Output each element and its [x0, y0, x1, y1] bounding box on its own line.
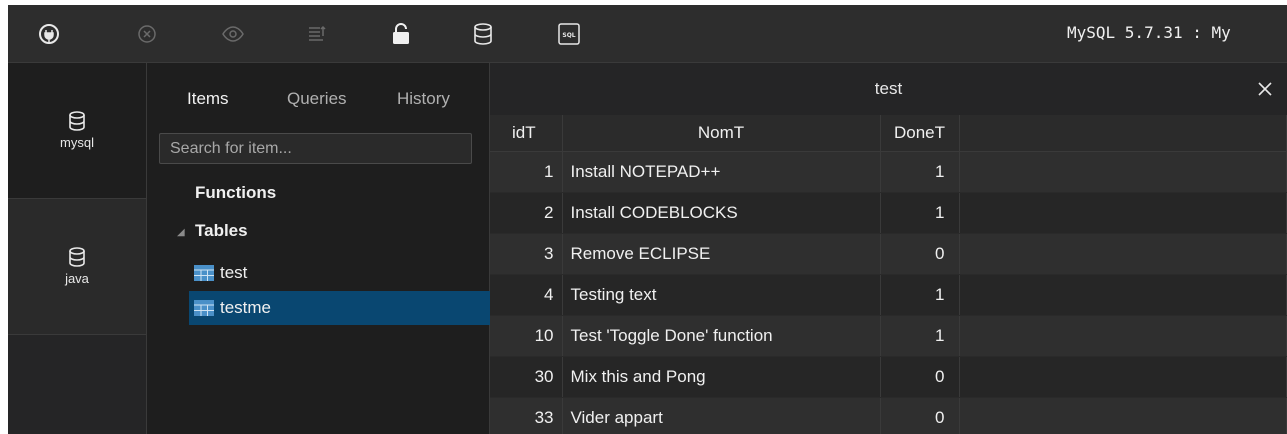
database-icon	[69, 111, 85, 131]
cell-DoneT[interactable]: 1	[880, 192, 960, 234]
cell-filler	[959, 233, 1287, 275]
database-item-java[interactable]: java	[8, 199, 146, 335]
plug-icon[interactable]	[34, 19, 64, 49]
table-row[interactable]: 33 Vider appart 0	[490, 397, 1287, 434]
items-panel: Items Queries History Functions ◢ Tables…	[147, 63, 490, 434]
column-header-DoneT[interactable]: DoneT	[880, 115, 960, 152]
cell-DoneT[interactable]: 0	[880, 397, 960, 434]
cell-idT[interactable]: 33	[490, 397, 563, 434]
sort-lines-icon[interactable]	[302, 19, 332, 49]
cell-filler	[959, 315, 1287, 357]
cell-filler	[959, 151, 1287, 193]
database-icon[interactable]	[468, 19, 498, 49]
database-rail: mysql java	[8, 63, 147, 434]
table-row[interactable]: 10 Test 'Toggle Done' function 1	[490, 315, 1287, 357]
tables-node[interactable]: Tables	[195, 221, 248, 241]
cell-idT[interactable]: 3	[490, 233, 563, 275]
cell-DoneT[interactable]: 0	[880, 233, 960, 275]
table-row[interactable]: 30 Mix this and Pong 0	[490, 356, 1287, 398]
connection-label: MySQL 5.7.31 : My	[1067, 23, 1231, 42]
table-item-test[interactable]: test	[194, 256, 247, 290]
cell-idT[interactable]: 1	[490, 151, 563, 193]
functions-node[interactable]: Functions	[195, 183, 276, 203]
table-item-label: testme	[220, 298, 272, 317]
result-table: idT NomT DoneT 1 Install NOTEPAD++ 1 2 Insta…	[490, 115, 1287, 434]
database-label: java	[65, 271, 89, 286]
table-row[interactable]: 1 Install NOTEPAD++ 1	[490, 151, 1287, 193]
unlock-icon[interactable]	[386, 19, 416, 49]
table-item-label: test	[220, 263, 248, 282]
cell-idT[interactable]: 10	[490, 315, 563, 357]
cell-idT[interactable]: 2	[490, 192, 563, 234]
table-row[interactable]: 2 Install CODEBLOCKS 1	[490, 192, 1287, 234]
cell-DoneT[interactable]: 0	[880, 356, 960, 398]
cell-idT[interactable]: 30	[490, 356, 563, 398]
items-tabs: Items Queries History	[147, 63, 490, 108]
cell-NomT[interactable]: Install NOTEPAD++	[562, 151, 881, 193]
cell-DoneT[interactable]: 1	[880, 274, 960, 316]
cell-DoneT[interactable]: 1	[880, 151, 960, 193]
table-icon	[194, 300, 214, 316]
database-label: mysql	[60, 135, 94, 150]
search-input[interactable]	[159, 133, 472, 164]
app-window: SQL MySQL 5.7.31 : My mysql java Items Q…	[8, 5, 1287, 434]
column-header-NomT[interactable]: NomT	[562, 115, 881, 152]
result-tab-title: test	[490, 63, 1287, 115]
table-icon	[194, 265, 214, 281]
cell-filler	[959, 192, 1287, 234]
cell-filler	[959, 274, 1287, 316]
database-item-mysql[interactable]: mysql	[8, 63, 146, 199]
sql-file-icon[interactable]: SQL	[554, 19, 584, 49]
header-row: idT NomT DoneT	[490, 115, 1287, 152]
toolbar: SQL MySQL 5.7.31 : My	[8, 5, 1287, 63]
table-item-testme[interactable]: testme	[189, 291, 490, 325]
table-body: 1 Install NOTEPAD++ 1 2 Install CODEBLOCKS 1 3…	[490, 151, 1287, 434]
cell-idT[interactable]: 4	[490, 274, 563, 316]
eye-icon[interactable]	[218, 19, 248, 49]
tab-queries[interactable]: Queries	[287, 89, 347, 109]
expand-arrow-icon[interactable]: ◢	[177, 227, 185, 238]
result-title-text: test	[874, 79, 903, 98]
cell-NomT[interactable]: Vider appart	[562, 397, 881, 434]
cell-NomT[interactable]: Mix this and Pong	[562, 356, 881, 398]
table-row[interactable]: 3 Remove ECLIPSE 0	[490, 233, 1287, 275]
tab-items[interactable]: Items	[187, 89, 229, 109]
close-icon[interactable]	[1253, 77, 1277, 101]
column-header-idT[interactable]: idT	[490, 115, 563, 152]
result-panel: test idT NomT DoneT 1 Install NOTEPAD++ 1 2…	[490, 63, 1287, 434]
cell-filler	[959, 356, 1287, 398]
column-header-filler	[959, 115, 1287, 152]
table-row[interactable]: 4 Testing text 1	[490, 274, 1287, 316]
tab-history[interactable]: History	[397, 89, 450, 109]
circle-x-icon[interactable]	[132, 19, 162, 49]
cell-NomT[interactable]: Remove ECLIPSE	[562, 233, 881, 275]
cell-NomT[interactable]: Install CODEBLOCKS	[562, 192, 881, 234]
sql-badge: SQL	[562, 32, 575, 39]
cell-NomT[interactable]: Test 'Toggle Done' function	[562, 315, 881, 357]
cell-DoneT[interactable]: 1	[880, 315, 960, 357]
cell-NomT[interactable]: Testing text	[562, 274, 881, 316]
database-icon	[69, 247, 85, 267]
cell-filler	[959, 397, 1287, 434]
